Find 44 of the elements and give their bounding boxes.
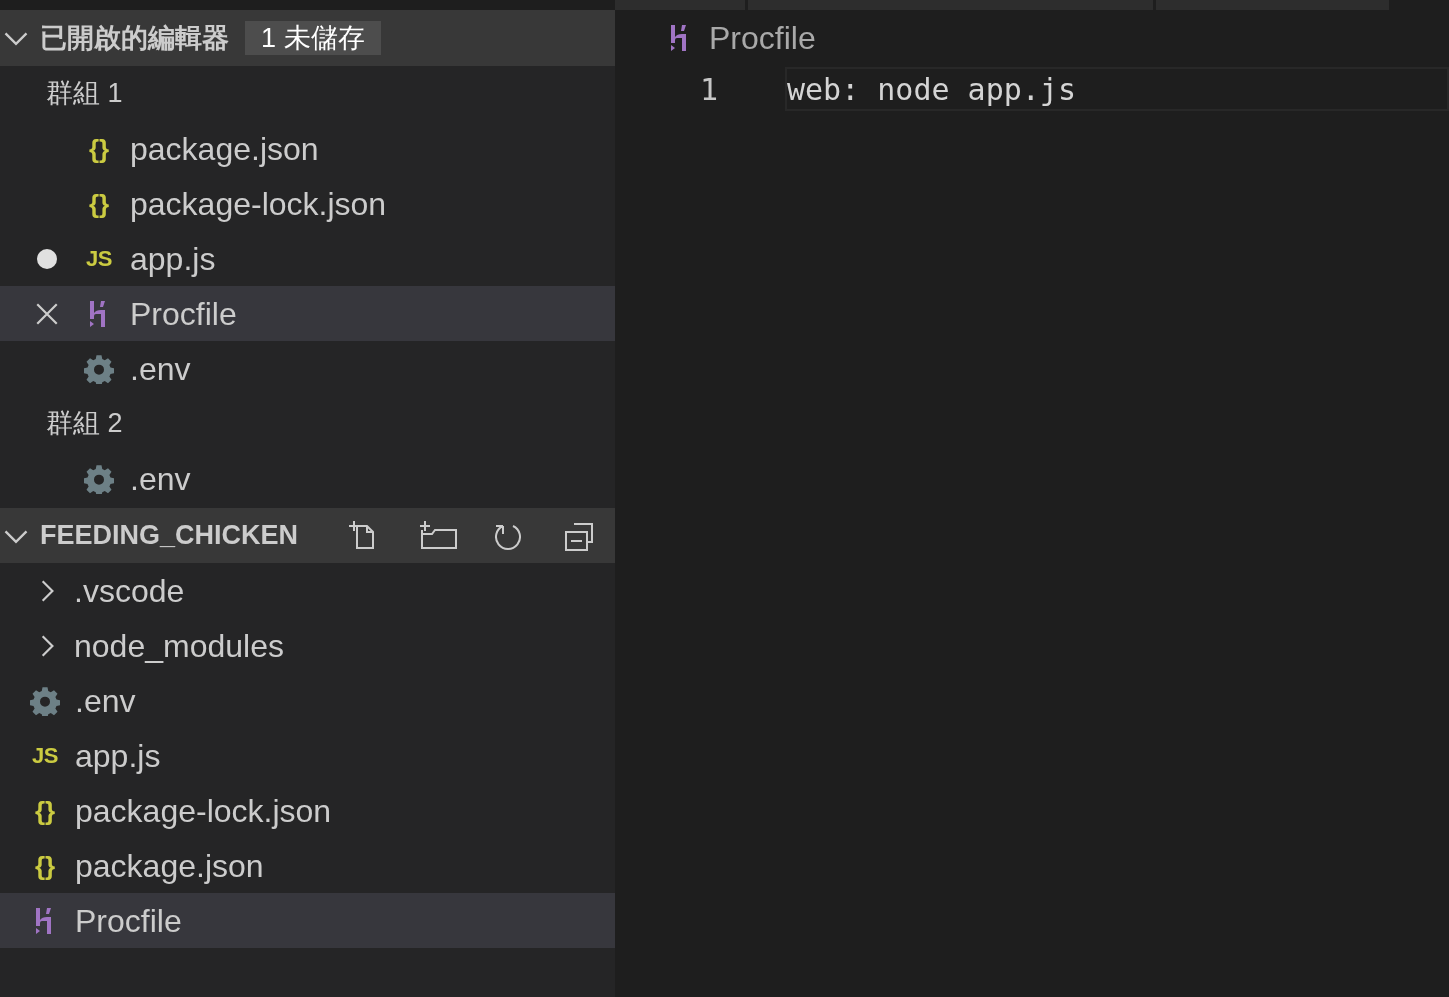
open-editor-item[interactable]: JS app.js bbox=[0, 231, 615, 286]
explorer-item[interactable]: .env bbox=[0, 673, 615, 728]
explorer-item[interactable]: Procfile bbox=[0, 893, 615, 948]
section-title: 已開啟的編輯器 bbox=[40, 21, 229, 55]
braces-icon: {} bbox=[88, 135, 110, 162]
file-name: package.json bbox=[130, 129, 319, 169]
open-editor-item[interactable]: Procfile bbox=[0, 286, 615, 341]
folder-name: node_modules bbox=[74, 626, 284, 666]
file-name: Procfile bbox=[130, 294, 237, 334]
file-name: app.js bbox=[130, 239, 216, 279]
file-name: .env bbox=[75, 681, 136, 721]
braces-icon: {} bbox=[88, 190, 110, 217]
breadcrumb-item[interactable]: Procfile bbox=[709, 14, 816, 62]
open-editor-item[interactable]: .env bbox=[0, 451, 615, 506]
gear-icon bbox=[30, 685, 60, 716]
explorer-item[interactable]: {} package.json bbox=[0, 838, 615, 893]
explorer-item[interactable]: JS app.js bbox=[0, 728, 615, 783]
open-editor-item[interactable]: .env bbox=[0, 341, 615, 396]
folder-name: .vscode bbox=[74, 571, 185, 611]
file-name: app.js bbox=[75, 736, 161, 776]
section-header[interactable]: 已開啟的編輯器 1 未儲存 bbox=[0, 10, 615, 66]
open-editor-item[interactable]: {} package.json bbox=[0, 121, 615, 176]
explorer-item[interactable]: .vscode bbox=[0, 563, 615, 618]
line-number: 1 bbox=[699, 70, 720, 109]
braces-icon: {} bbox=[34, 852, 56, 879]
file-name: Procfile bbox=[75, 901, 182, 941]
file-name: package-lock.json bbox=[130, 184, 387, 224]
count-badge: 1 未儲存 bbox=[245, 21, 381, 55]
group-label: 群組 2 bbox=[45, 407, 124, 441]
explorer-item[interactable]: {} package-lock.json bbox=[0, 783, 615, 838]
js-icon: JS bbox=[86, 247, 112, 270]
gear-icon bbox=[84, 353, 114, 384]
group-label: 群組 1 bbox=[45, 77, 124, 111]
open-editor-item[interactable]: {} package-lock.json bbox=[0, 176, 615, 231]
file-name: package.json bbox=[75, 846, 264, 886]
gear-icon bbox=[84, 463, 114, 494]
js-icon: JS bbox=[32, 744, 58, 767]
section-header[interactable]: FEEDING_CHICKEN bbox=[0, 508, 615, 563]
explorer-item[interactable]: node_modules bbox=[0, 618, 615, 673]
file-name: .env bbox=[130, 459, 191, 499]
file-name: package-lock.json bbox=[75, 791, 332, 831]
section-title: FEEDING_CHICKEN bbox=[40, 519, 299, 553]
braces-icon: {} bbox=[34, 797, 56, 824]
file-name: .env bbox=[130, 349, 191, 389]
